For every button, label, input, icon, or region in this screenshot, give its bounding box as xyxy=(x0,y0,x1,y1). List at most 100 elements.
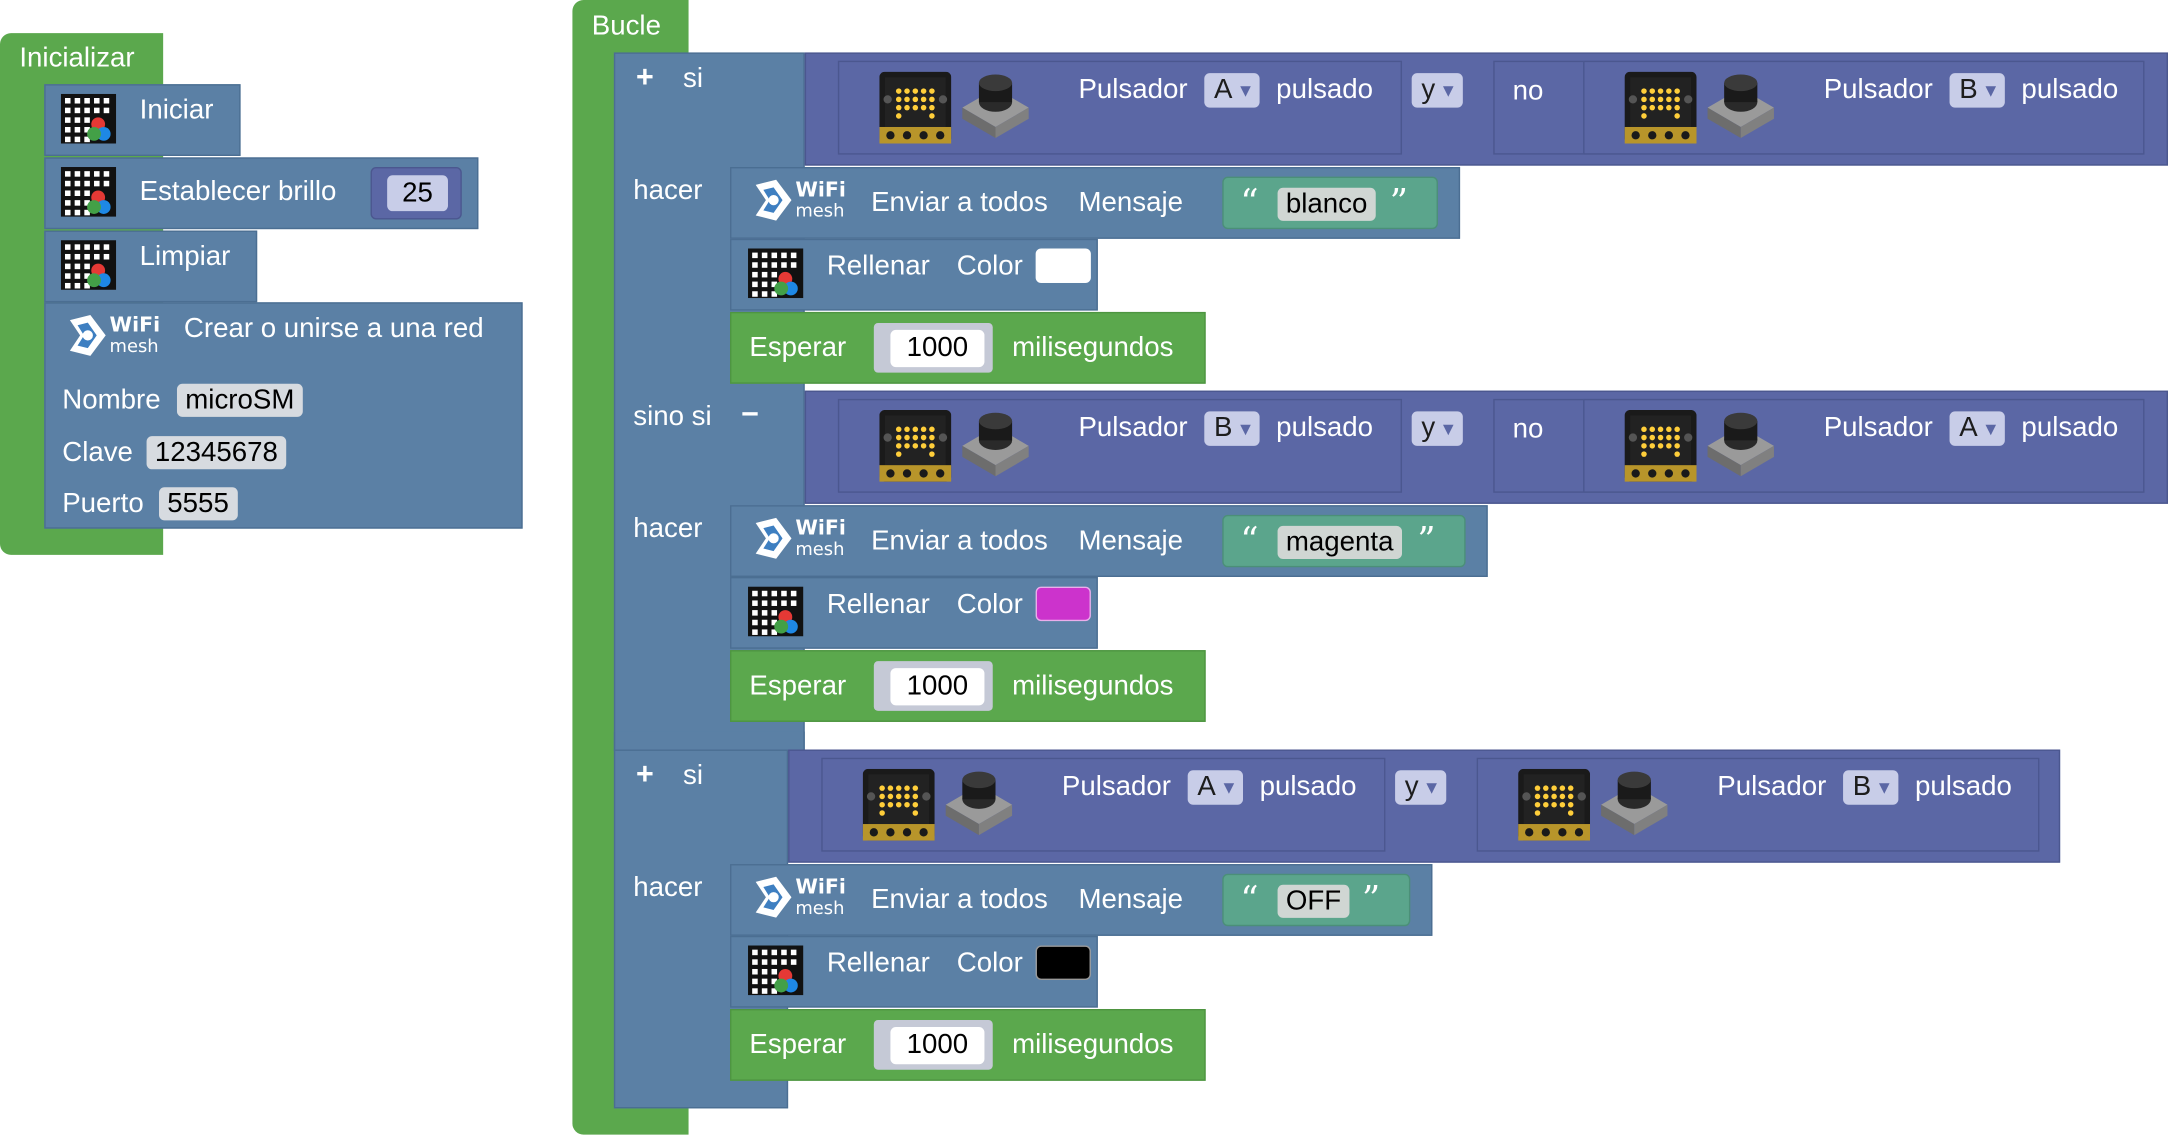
led-matrix-icon xyxy=(61,94,116,144)
dropdown-value: y xyxy=(1421,74,1436,105)
microbit-icon xyxy=(1625,72,1697,144)
button-b-dropdown[interactable]: B ▼ xyxy=(1949,73,2006,108)
pulsado-label: pulsado xyxy=(1276,412,1374,444)
dropdown-arrow-icon: ▼ xyxy=(1219,777,1238,798)
dropdown-arrow-icon: ▼ xyxy=(1439,80,1458,101)
push-button-icon xyxy=(1702,72,1779,144)
button-b-dropdown[interactable]: B ▼ xyxy=(1204,411,1260,446)
si-label: si xyxy=(683,760,704,791)
enviar-label: Enviar a todos xyxy=(871,187,1048,219)
button-a-dropdown[interactable]: A ▼ xyxy=(1204,73,1260,108)
dropdown-value: A xyxy=(1213,74,1233,105)
dropdown-arrow-icon: ▼ xyxy=(1981,418,2000,439)
wait-value-field[interactable]: 1000 xyxy=(890,1026,985,1065)
led-matrix-icon xyxy=(748,946,803,996)
rellenar-label: Rellenar xyxy=(826,589,930,620)
dropdown-value: A xyxy=(1959,412,1978,444)
wifi-mesh-icon xyxy=(748,871,850,923)
dropdown-value: B xyxy=(1852,771,1872,802)
sino-si-label: sino si xyxy=(633,401,712,433)
message-field[interactable]: magenta xyxy=(1277,525,1402,560)
dropdown-arrow-icon: ▼ xyxy=(1236,418,1255,439)
clave-field[interactable]: 12345678 xyxy=(146,436,287,470)
push-button-icon xyxy=(957,410,1034,482)
milisegundos-label: milisegundos xyxy=(1012,670,1174,702)
color-swatch-black[interactable] xyxy=(1035,945,1091,981)
microbit-icon xyxy=(879,72,951,144)
push-button-icon xyxy=(1596,769,1673,841)
enviar-label: Enviar a todos xyxy=(871,525,1048,557)
color-swatch-magenta[interactable] xyxy=(1035,586,1091,622)
esperar-label: Esperar xyxy=(749,670,847,702)
dropdown-arrow-icon: ▼ xyxy=(1981,80,2000,101)
led-matrix-icon xyxy=(748,587,803,637)
bucle-title: Bucle xyxy=(591,11,661,42)
puerto-label: Puerto xyxy=(62,488,144,519)
dropdown-value: y xyxy=(1404,771,1419,802)
limpiar-label: Limpiar xyxy=(139,241,231,272)
pulsado-label: pulsado xyxy=(1914,771,2012,802)
message-field[interactable]: blanco xyxy=(1277,187,1376,221)
blocks-workspace[interactable]: Inicializar Iniciar Establecer brillo 25… xyxy=(0,0,2168,1136)
pulsador-label: Pulsador xyxy=(1078,412,1188,444)
clave-label: Clave xyxy=(62,437,133,468)
mensaje-label: Mensaje xyxy=(1078,187,1184,219)
logic-op-dropdown[interactable]: y ▼ xyxy=(1411,411,1463,446)
pulsado-label: pulsado xyxy=(2021,412,2119,444)
rellenar-label: Rellenar xyxy=(826,251,930,282)
crear-red-label: Crear o unirse a una red xyxy=(183,313,484,344)
close-quote-icon: ” xyxy=(1389,182,1408,224)
close-quote-icon: ” xyxy=(1361,879,1381,921)
dropdown-value: B xyxy=(1213,412,1233,444)
wifi-mesh-icon xyxy=(748,512,850,564)
color-label: Color xyxy=(956,589,1023,620)
dropdown-value: B xyxy=(1959,74,1978,105)
puerto-field[interactable]: 5555 xyxy=(159,487,238,521)
dropdown-arrow-icon: ▼ xyxy=(1875,777,1894,798)
microbit-icon xyxy=(863,769,935,841)
mensaje-label: Mensaje xyxy=(1078,884,1184,916)
nombre-field[interactable]: microSM xyxy=(176,383,303,417)
dropdown-arrow-icon: ▼ xyxy=(1422,777,1441,798)
esperar-label: Esperar xyxy=(749,332,847,364)
add-elseif-button[interactable]: + xyxy=(636,60,654,94)
remove-elseif-button[interactable]: − xyxy=(741,397,759,431)
close-quote-icon: ” xyxy=(1417,520,1436,562)
led-matrix-icon xyxy=(61,240,116,290)
logic-op-dropdown[interactable]: y ▼ xyxy=(1395,770,1447,805)
microbit-icon xyxy=(1518,769,1590,841)
push-button-icon xyxy=(940,769,1017,841)
wait-value-field[interactable]: 1000 xyxy=(890,329,985,368)
pulsador-label: Pulsador xyxy=(1823,74,1933,105)
hacer-label: hacer xyxy=(633,872,703,903)
open-quote-icon: “ xyxy=(1240,520,1259,562)
button-a-dropdown[interactable]: A ▼ xyxy=(1187,770,1244,805)
milisegundos-label: milisegundos xyxy=(1012,332,1174,364)
inicializar-title: Inicializar xyxy=(19,42,135,74)
pulsador-label: Pulsador xyxy=(1078,74,1188,105)
dropdown-arrow-icon: ▼ xyxy=(1439,418,1458,439)
button-b-dropdown[interactable]: B ▼ xyxy=(1843,770,1899,805)
logic-op-dropdown[interactable]: y ▼ xyxy=(1411,73,1463,108)
pulsador-label: Pulsador xyxy=(1061,771,1172,802)
mensaje-label: Mensaje xyxy=(1078,525,1184,557)
open-quote-icon: “ xyxy=(1240,182,1259,224)
push-button-icon xyxy=(957,72,1034,144)
wait-value-field[interactable]: 1000 xyxy=(890,668,985,706)
add-elseif-button[interactable]: + xyxy=(636,757,654,791)
hacer-label: hacer xyxy=(633,513,703,544)
hacer-label: hacer xyxy=(633,175,703,206)
wifi-mesh-icon xyxy=(62,309,164,361)
message-field[interactable]: OFF xyxy=(1277,884,1350,918)
open-quote-icon: “ xyxy=(1240,879,1259,921)
nombre-label: Nombre xyxy=(62,385,161,416)
microbit-icon xyxy=(1625,410,1697,482)
pulsador-label: Pulsador xyxy=(1823,412,1933,444)
button-a-dropdown[interactable]: A ▼ xyxy=(1949,411,2006,446)
pulsado-label: pulsado xyxy=(1276,74,1374,105)
push-button-icon xyxy=(1702,410,1779,482)
brillo-value-field[interactable]: 25 xyxy=(387,175,448,212)
dropdown-arrow-icon: ▼ xyxy=(1236,80,1255,101)
no-label: no xyxy=(1512,414,1544,445)
color-swatch-white[interactable] xyxy=(1035,248,1091,283)
